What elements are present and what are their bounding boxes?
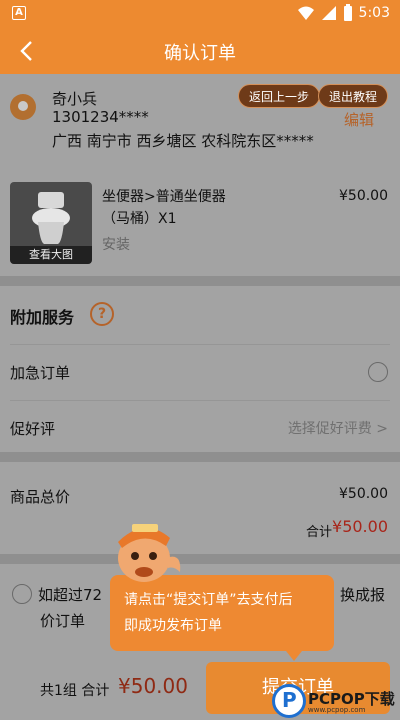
overtime-option-text-2: 价订单 [40,612,86,630]
product-price: ¥50.00 [339,188,388,204]
recipient-name: 奇小兵 [52,90,98,108]
recipient-address: 广西 南宁市 西乡塘区 农科院东区***** [52,132,314,150]
signal-icon [321,6,336,20]
exit-tutorial-button[interactable]: 退出教程 [318,84,389,108]
product-item: 查看大图 坐便器>普通坐便器（马桶）X1 安装 ¥50.00 [0,174,400,276]
sum-value: ¥50.00 [332,517,388,536]
urgent-order-label: 加急订单 [10,364,71,382]
pcpop-logo-icon [272,684,306,718]
recipient-phone: 1301234**** [52,108,149,126]
divider [0,554,400,564]
prev-step-button[interactable]: 返回上一步 [238,84,321,108]
divider [0,452,400,462]
services-title: 附加服务 [10,308,75,327]
app-bar: 确认订单 [0,28,400,74]
wifi-icon [297,6,314,20]
status-time: 5:03 [358,5,390,21]
goods-total-label: 商品总价 [10,488,71,506]
tooltip-line-1: 请点击“提交订单”去支付后 [124,592,293,608]
praise-fee-selector[interactable]: 选择促好评费 > [288,418,388,438]
overtime-option-radio[interactable] [12,584,32,604]
order-summary: 共1组 合计 [40,683,110,699]
toilet-image [32,192,70,244]
overtime-option-text-3: 换成报 [340,586,386,604]
divider [10,400,390,401]
divider [10,344,390,345]
status-bar: A 5:03 [0,0,400,28]
watermark: PCPOP下载 www.pcpop.com [268,684,400,720]
watermark-sub: www.pcpop.com [308,706,366,714]
urgent-order-radio[interactable] [368,362,388,382]
price-totals: 商品总价 ¥50.00 合计 ¥50.00 [0,462,400,554]
view-large-image-label[interactable]: 查看大图 [10,246,92,264]
product-service: 安装 [102,237,130,253]
page-title: 确认订单 [164,43,236,64]
help-icon[interactable]: ? [90,302,114,326]
divider [0,276,400,286]
overtime-option-text: 如超过72 [38,586,103,604]
goods-total-value: ¥50.00 [339,486,388,502]
additional-services: 附加服务 ? 加急订单 促好评 选择促好评费 > [0,286,400,452]
praise-label: 促好评 [10,420,56,438]
sum-label: 合计 [305,525,332,540]
app-notification-icon: A [12,6,26,20]
edit-address-link[interactable]: 编辑 [344,109,374,130]
address-section[interactable]: 奇小兵 1301234**** 广西 南宁市 西乡塘区 农科院东区***** 返… [0,74,400,174]
battery-icon [343,4,352,21]
product-thumbnail[interactable]: 查看大图 [10,182,92,264]
product-name: 坐便器>普通坐便器（马桶）X1 [102,189,226,227]
mascot-icon [118,524,181,582]
tooltip-line-2: 即成功发布订单 [124,618,222,634]
order-amount: ¥50.00 [118,674,188,698]
location-pin-icon [10,94,36,120]
